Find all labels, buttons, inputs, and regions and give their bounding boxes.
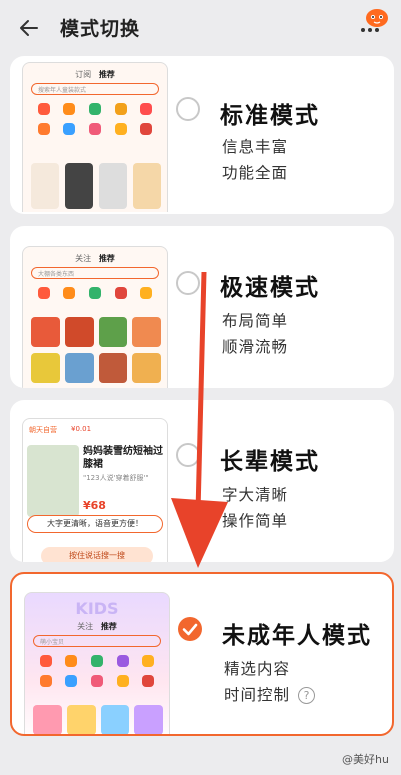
mode-desc-lite: 布局简单 顺滑流畅 (222, 308, 288, 360)
mode-card-minor[interactable]: KIDS 关注 推荐 萌小宝贝 未成年人模式 精选内容 时间控制? (10, 572, 394, 736)
page-title: 模式切换 (60, 18, 141, 40)
preview-banner: KIDS (75, 599, 119, 618)
radio-standard[interactable] (176, 97, 200, 121)
mode-desc-line: 字大清晰 (222, 486, 289, 504)
mode-card-lite[interactable]: 关注 推荐 大棚各类东西 极速模式 布局简单 顺滑流畅 (10, 226, 394, 388)
check-icon (182, 623, 198, 636)
mode-card-standard[interactable]: 订阅 推荐 搜索年人童装款式 标准模式 信息丰富 功能全面 (10, 56, 394, 214)
back-arrow-icon[interactable] (14, 13, 44, 43)
mode-title-lite: 极速模式 (220, 275, 320, 301)
mode-desc-line: 精选内容 (224, 660, 291, 678)
top-bar: 模式切换 (0, 0, 401, 58)
preview-product-row (31, 353, 161, 383)
more-mascot-icon[interactable] (355, 4, 391, 40)
mode-desc-line: 信息丰富 (222, 138, 289, 156)
mode-desc-line: 顺滑流畅 (222, 338, 289, 356)
preview-product-sub: "123人说'穿着舒服'" (83, 474, 149, 482)
preview-search-text: 萌小宝贝 (40, 639, 65, 646)
mode-title-standard: 标准模式 (220, 103, 320, 129)
mode-desc-line: 功能全面 (222, 164, 289, 182)
minor-mode-preview: KIDS 关注 推荐 萌小宝贝 (24, 592, 170, 734)
mode-desc-minor: 精选内容 时间控制? (224, 656, 316, 708)
preview-tab-left: 关注 (77, 622, 94, 631)
preview-search-text: 搜索年人童装款式 (38, 87, 87, 94)
lite-mode-preview: 关注 推荐 大棚各类东西 (22, 246, 168, 388)
preview-product-row (33, 705, 163, 734)
preview-price: ¥68 (83, 499, 106, 512)
preview-icon-grid (31, 103, 159, 135)
preview-product-image (27, 445, 79, 517)
mode-desc-line: 布局简单 (222, 312, 289, 330)
elder-mode-preview: 朝天自营 ¥0.01 妈妈装雪纺短袖过膝裙 "123人说'穿着舒服'" ¥68 … (22, 418, 168, 562)
radio-elder[interactable] (176, 443, 200, 467)
mode-card-elder[interactable]: 朝天自营 ¥0.01 妈妈装雪纺短袖过膝裙 "123人说'穿着舒服'" ¥68 … (10, 400, 394, 562)
mode-title-elder: 长辈模式 (220, 449, 320, 475)
mode-desc-standard: 信息丰富 功能全面 (222, 134, 288, 186)
radio-minor-checked[interactable] (178, 617, 202, 641)
preview-tab-left: 关注 (75, 254, 92, 263)
mode-desc-line: 时间控制 (224, 686, 291, 704)
preview-search-bar: 搜索年人童装款式 (31, 83, 159, 95)
mode-desc-line: 操作简单 (222, 512, 289, 530)
help-icon[interactable]: ? (298, 687, 316, 704)
preview-product-row (31, 317, 161, 347)
preview-search-bar: 大棚各类东西 (31, 267, 159, 279)
watermark: @美好hu (342, 753, 389, 766)
preview-icon-grid (31, 287, 159, 299)
preview-search-text: 大棚各类东西 (38, 271, 75, 278)
standard-mode-preview: 订阅 推荐 搜索年人童装款式 (22, 62, 168, 212)
preview-coupon: ¥0.01 (71, 425, 92, 433)
preview-bubble: 大字更清晰，语音更方便！ (27, 515, 163, 533)
preview-icon-grid (33, 655, 161, 687)
preview-tag: 朝天自营 (29, 426, 57, 434)
preview-product-row (31, 163, 161, 209)
preview-voice-button: 按住说话搜一搜 (41, 547, 153, 562)
preview-tab-right: 推荐 (100, 622, 117, 631)
preview-product-title: 妈妈装雪纺短袖过膝裙 (83, 446, 163, 470)
mode-desc-line-with-help: 时间控制? (224, 682, 316, 708)
mode-desc-elder: 字大清晰 操作简单 (222, 482, 288, 534)
preview-search-bar: 萌小宝贝 (33, 635, 161, 647)
preview-tab-right: 推荐 (98, 254, 115, 263)
radio-lite[interactable] (176, 271, 200, 295)
preview-tab-right: 推荐 (98, 70, 115, 79)
mode-title-minor: 未成年人模式 (222, 623, 372, 649)
preview-tab-left: 订阅 (75, 70, 92, 79)
